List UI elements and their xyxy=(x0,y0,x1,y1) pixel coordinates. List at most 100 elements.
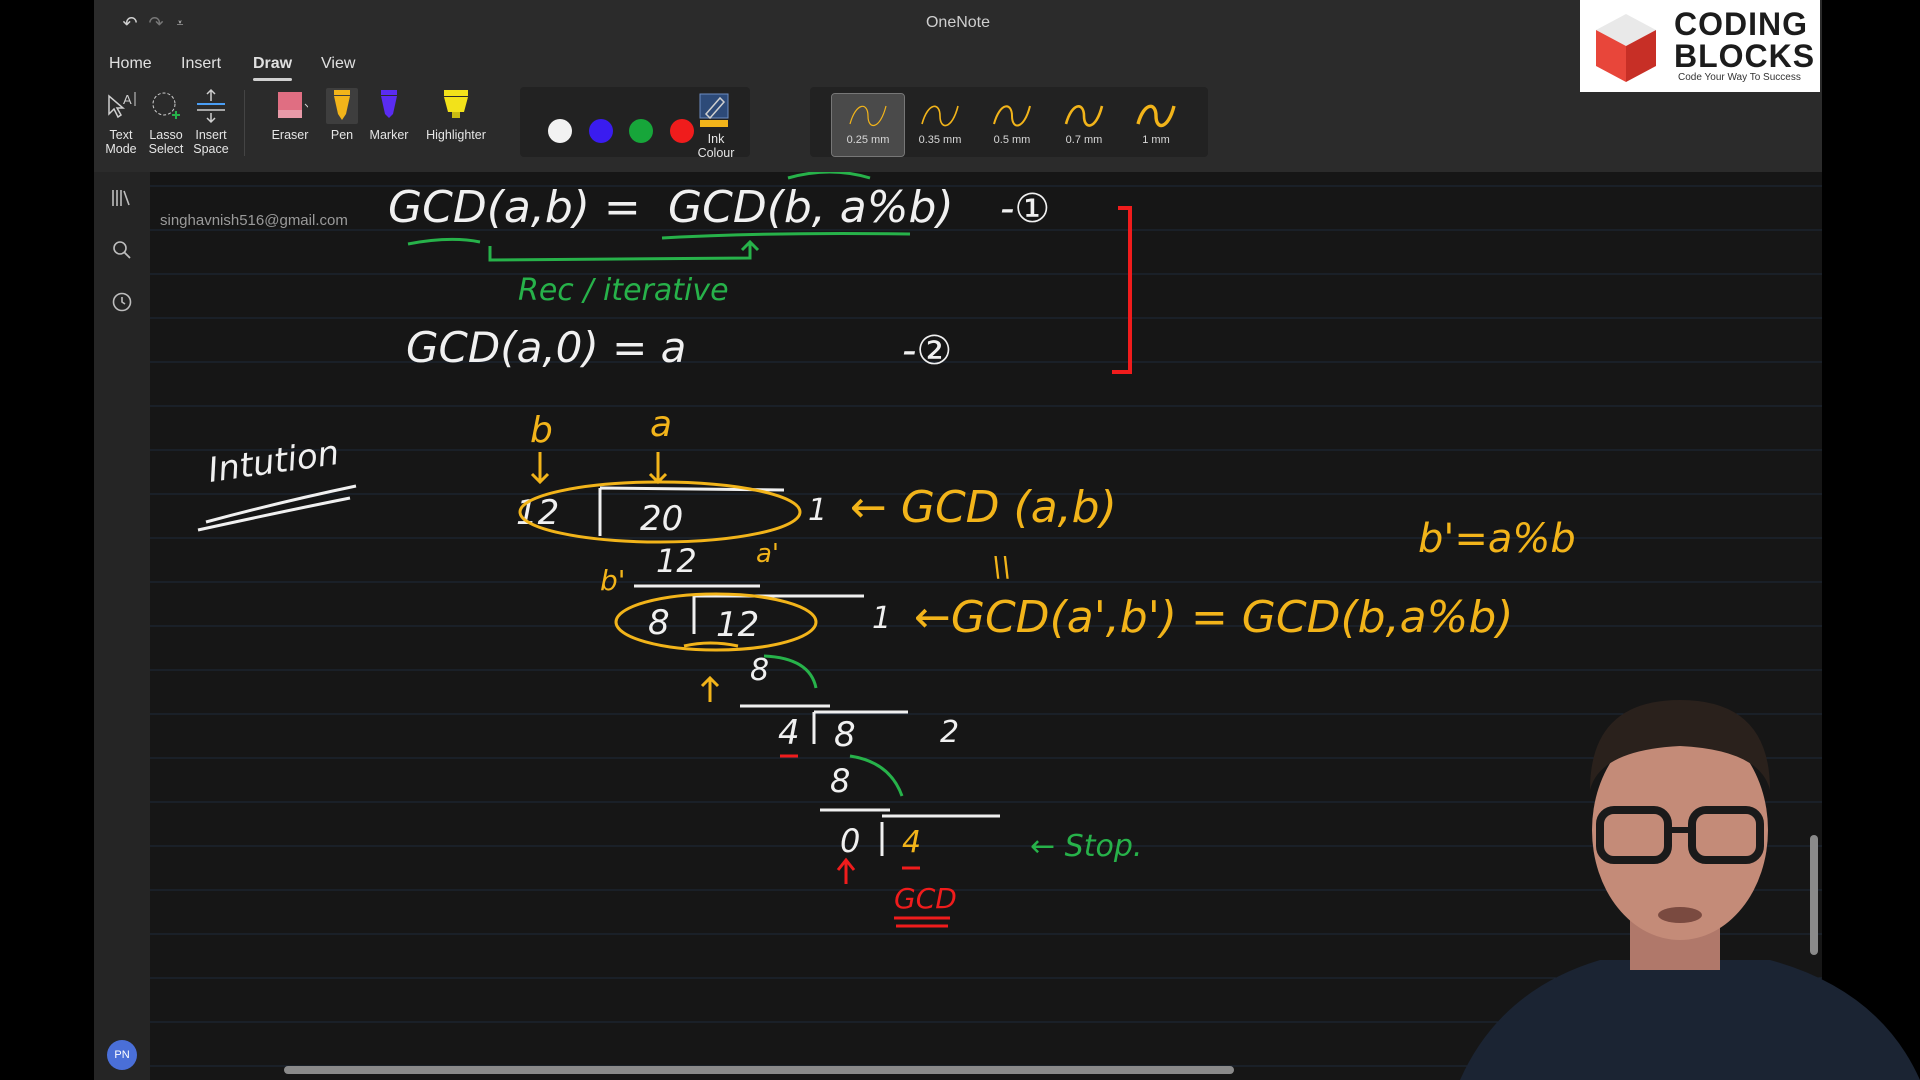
ink-d1-note: ← GCD (a,b) xyxy=(850,482,1117,533)
text-mode-button[interactable]: A Text Mode xyxy=(102,88,140,156)
insert-space-icon xyxy=(197,88,225,124)
logo-line-2: BLOCKS xyxy=(1674,38,1816,74)
ink-intuition: Intution xyxy=(206,433,342,491)
pen-size-label: 0.35 mm xyxy=(918,134,962,146)
ink-bracket xyxy=(1112,206,1132,374)
marker-icon xyxy=(381,90,397,118)
ink-arrow xyxy=(763,654,818,689)
pen-size-label: 0.7 mm xyxy=(1065,134,1103,146)
ink-arrow xyxy=(700,675,720,702)
tab-insert[interactable]: Insert xyxy=(181,55,221,73)
text-mode-icon: A xyxy=(108,92,136,119)
tab-draw[interactable]: Draw xyxy=(253,55,293,81)
ink-eq1-number: -① xyxy=(1000,186,1050,232)
ink-division-bar xyxy=(812,710,908,744)
ink-d2-dividend: 12 xyxy=(716,605,759,645)
tab-view[interactable]: View xyxy=(321,55,355,73)
ink-underline xyxy=(683,641,739,648)
ink-d3-dividend: 8 xyxy=(834,715,856,755)
notebooks-icon[interactable] xyxy=(110,186,134,210)
pen-icon xyxy=(326,88,358,124)
avatar[interactable]: PN xyxy=(107,1040,137,1070)
pen-size-0-7[interactable]: 0.7 mm xyxy=(1048,94,1120,156)
ink-rec-note: Rec / iterative xyxy=(518,273,729,308)
ink-bprime-def: b'=a%b xyxy=(1418,516,1576,562)
pen-size-1[interactable]: 1 mm xyxy=(1120,94,1192,156)
color-swatch-white[interactable] xyxy=(548,119,572,143)
ink-underline xyxy=(197,484,357,532)
ink-gcd-label: GCD xyxy=(894,882,957,915)
lasso-select-button[interactable]: Lasso Select xyxy=(146,88,186,156)
marker-button[interactable]: Marker xyxy=(367,88,411,142)
ink-underline xyxy=(894,916,950,928)
pen-size-label: 0.5 mm xyxy=(993,134,1031,146)
ink-d1-dividend: 20 xyxy=(640,499,683,539)
ink-stop-note: ← Stop. xyxy=(1030,829,1142,864)
title-bar: ↶ ↷ ⩡ OneNote xyxy=(94,0,1822,46)
ink-d1-product: 12 xyxy=(656,542,697,580)
pen-stroke-icon xyxy=(1064,105,1104,127)
ink-d4-dividend: 4 xyxy=(902,825,921,860)
logo-tagline: Code Your Way To Success xyxy=(1678,72,1801,83)
svg-text:A: A xyxy=(123,92,132,107)
pen-stroke-icon xyxy=(993,105,1031,127)
ribbon: Home Insert Draw View A Text Mode Lasso … xyxy=(94,46,1822,173)
cube-logo-icon xyxy=(1596,14,1656,82)
app-title: OneNote xyxy=(925,14,991,31)
highlighter-button[interactable]: Highlighter xyxy=(420,88,492,142)
ink-eq2-number: -② xyxy=(902,328,952,374)
ink-label-aprime: a' xyxy=(756,539,779,569)
pen-stroke-icon xyxy=(921,105,959,127)
pen-size-0-35[interactable]: 0.35 mm xyxy=(904,94,976,156)
color-swatch-green[interactable] xyxy=(629,119,653,143)
pen-button[interactable]: Pen xyxy=(324,88,360,142)
search-icon[interactable] xyxy=(110,238,134,262)
ink-arrow xyxy=(648,452,668,485)
color-swatch-blue[interactable] xyxy=(589,119,613,143)
ink-d3-quotient: 2 xyxy=(940,715,959,750)
ink-label-a: a xyxy=(650,404,672,445)
left-sidebar xyxy=(94,172,150,1080)
eraser-label: Eraser xyxy=(271,128,309,142)
pen-size-label: 0.25 mm xyxy=(846,134,890,146)
pen-size-0-5[interactable]: 0.5 mm xyxy=(976,94,1048,156)
pen-size-label: 1 mm xyxy=(1142,134,1170,146)
separator xyxy=(244,90,245,156)
ink-label-bprime: b' xyxy=(600,564,625,597)
ink-d2-quotient: 1 xyxy=(872,601,891,636)
ink-d2-divisor: 8 xyxy=(648,603,670,643)
ink-eq2: GCD(a,0) = a xyxy=(406,323,686,372)
ink-colour-label: Ink Colour xyxy=(697,132,735,160)
logo-title: CODING BLOCKS xyxy=(1674,8,1815,72)
ink-d3-divisor: 4 xyxy=(778,713,800,753)
lasso-icon xyxy=(152,92,180,119)
pen-label: Pen xyxy=(330,128,354,142)
highlighter-icon xyxy=(444,90,468,118)
ink-d2-note: ←GCD(a',b') = GCD(b,a%b) xyxy=(914,592,1513,643)
highlighter-label: Highlighter xyxy=(426,128,486,142)
tab-home[interactable]: Home xyxy=(109,55,152,73)
ink-division-bar xyxy=(598,486,785,536)
ink-division-bar xyxy=(880,814,1000,856)
ink-d3-product: 8 xyxy=(830,762,850,800)
ink-colour-button[interactable]: Ink Colour xyxy=(688,92,744,160)
ink-d2-product: 8 xyxy=(750,653,769,688)
logo-line-1: CODING xyxy=(1674,6,1808,42)
pen-size-0-25[interactable]: 0.25 mm xyxy=(831,93,905,157)
presenter-webcam xyxy=(1460,700,1920,1080)
ink-colour-icon xyxy=(699,93,729,127)
text-mode-label: Text Mode xyxy=(105,128,137,156)
insert-space-button[interactable]: Insert Space xyxy=(190,88,232,156)
ink-arrow xyxy=(530,452,550,485)
pen-stroke-icon xyxy=(1136,104,1176,128)
ink-d4-divisor: 0 xyxy=(840,822,860,860)
ink-arrow xyxy=(836,857,856,884)
horizontal-scrollbar[interactable] xyxy=(284,1066,1234,1074)
ink-brace xyxy=(787,172,871,180)
insert-space-label: Insert Space xyxy=(193,128,229,156)
eraser-button[interactable]: Eraser xyxy=(268,88,312,142)
recent-icon[interactable] xyxy=(110,290,134,314)
pen-stroke-icon xyxy=(849,105,887,126)
marker-label: Marker xyxy=(369,128,409,142)
ink-label-b: b xyxy=(530,410,553,451)
